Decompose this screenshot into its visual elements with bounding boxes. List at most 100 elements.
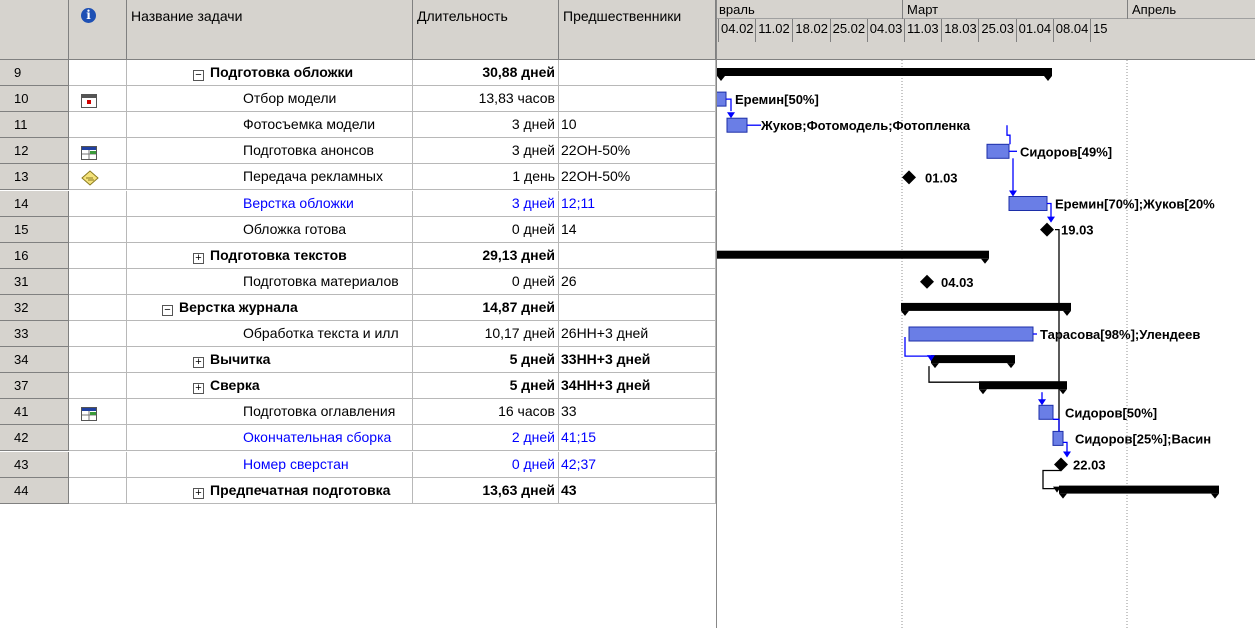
task-duration[interactable]: 0 дней (413, 268, 559, 295)
task-row[interactable]: 34 + Вычитка 5 дней 33НН+3 дней (0, 347, 716, 374)
task-duration[interactable]: 29,13 дней (413, 242, 559, 269)
expand-icon[interactable]: + (193, 252, 204, 264)
task-row[interactable]: 12 Подготовка анонсов 3 дней 22ОН-50% (0, 138, 716, 165)
task-name[interactable]: − Верстка журнала (127, 294, 413, 321)
task-duration[interactable]: 10,17 дней (413, 321, 559, 347)
task-row[interactable]: 32 − Верстка журнала 14,87 дней (0, 294, 716, 321)
task-name[interactable]: + Сверка (127, 373, 413, 400)
task-name[interactable]: − Подготовка обложки (127, 60, 413, 86)
task-duration[interactable]: 30,88 дней (413, 60, 559, 86)
task-row[interactable]: 43 Номер сверстан 0 дней 42;37 (0, 451, 716, 478)
task-duration[interactable]: 3 дней (413, 138, 559, 165)
task-predecessors[interactable] (559, 60, 716, 86)
expand-icon[interactable]: + (193, 357, 204, 369)
task-name[interactable]: + Вычитка (127, 347, 413, 374)
task-predecessors[interactable] (559, 86, 716, 113)
task-duration[interactable]: 2 дней (413, 425, 559, 452)
col-header-name[interactable]: Название задачи (127, 0, 413, 60)
task-name[interactable]: Окончательная сборка (127, 425, 413, 452)
task-duration[interactable]: 5 дней (413, 347, 559, 374)
row-id[interactable]: 11 (0, 112, 69, 139)
task-predecessors[interactable]: 33 (559, 399, 716, 426)
row-id[interactable]: 32 (0, 294, 69, 321)
task-name[interactable]: Обложка готова (127, 216, 413, 243)
task-duration[interactable]: 14,87 дней (413, 294, 559, 321)
task-name[interactable]: + Подготовка текстов (127, 242, 413, 269)
task-name[interactable]: Фотосъемка модели (127, 112, 413, 139)
info-icon: i (81, 8, 96, 23)
task-name[interactable]: + Предпечатная подготовка (127, 477, 413, 504)
task-row[interactable]: 31 Подготовка материалов 0 дней 26 (0, 268, 716, 295)
task-row[interactable]: 37 + Сверка 5 дней 34НН+3 дней (0, 373, 716, 400)
col-header-id[interactable] (0, 0, 69, 60)
milestone-diamond (920, 274, 934, 289)
task-predecessors[interactable]: 41;15 (559, 425, 716, 452)
task-name[interactable]: Передача рекламных (127, 164, 413, 191)
collapse-icon[interactable]: − (193, 70, 204, 81)
task-name[interactable]: Номер сверстан (127, 451, 413, 478)
task-duration[interactable]: 3 дней (413, 190, 559, 217)
row-id[interactable]: 14 (0, 190, 69, 217)
row-id[interactable]: 9 (0, 60, 69, 86)
col-header-indicators[interactable]: i (69, 0, 127, 60)
task-name[interactable]: Подготовка анонсов (127, 138, 413, 165)
task-name[interactable]: Верстка обложки (127, 190, 413, 217)
row-id[interactable]: 13 (0, 164, 69, 191)
gantt-chart[interactable]: враль Март Апрель 04.02 11.02 18.02 25.02 04… (717, 0, 1255, 628)
task-name[interactable]: Обработка текста и илл (127, 321, 413, 347)
task-predecessors[interactable]: 12;11 (559, 190, 716, 217)
task-predecessors[interactable]: 26НН+3 дней (559, 321, 716, 347)
task-row[interactable]: 9 − Подготовка обложки 30,88 дней (0, 60, 716, 86)
task-row[interactable]: 10 Отбор модели 13,83 часов (0, 86, 716, 113)
task-row[interactable]: 13 Передача рекламных 1 день 22ОН-50% (0, 164, 716, 191)
task-row[interactable]: 41 Подготовка оглавления 16 часов 33 (0, 399, 716, 426)
row-id[interactable]: 12 (0, 138, 69, 165)
task-predecessors[interactable]: 10 (559, 112, 716, 139)
task-predecessors[interactable]: 22ОН-50% (559, 164, 716, 191)
task-name[interactable]: Отбор модели (127, 86, 413, 113)
task-predecessors[interactable]: 14 (559, 216, 716, 243)
task-duration[interactable]: 13,63 дней (413, 477, 559, 504)
row-id[interactable]: 15 (0, 216, 69, 243)
task-row[interactable]: 42 Окончательная сборка 2 дней 41;15 (0, 425, 716, 452)
task-duration[interactable]: 5 дней (413, 373, 559, 400)
task-predecessors[interactable] (559, 294, 716, 321)
task-row[interactable]: 33 Обработка текста и илл 10,17 дней 26НН+3… (0, 321, 716, 347)
row-id[interactable]: 34 (0, 347, 69, 374)
col-header-predecessors[interactable]: Предшественники (559, 0, 716, 60)
row-id[interactable]: 16 (0, 242, 69, 269)
expand-icon[interactable]: + (193, 383, 204, 395)
task-duration[interactable]: 0 дней (413, 216, 559, 243)
task-predecessors[interactable]: 42;37 (559, 451, 716, 478)
col-header-duration[interactable]: Длительность (413, 0, 559, 60)
collapse-icon[interactable]: − (162, 304, 173, 316)
task-predecessors[interactable]: 43 (559, 477, 716, 504)
task-row[interactable]: 15 Обложка готова 0 дней 14 (0, 216, 716, 243)
row-id[interactable]: 42 (0, 425, 69, 452)
week-divider (1052, 19, 1054, 42)
row-id[interactable]: 31 (0, 268, 69, 295)
task-predecessors[interactable]: 33НН+3 дней (559, 347, 716, 374)
task-name[interactable]: Подготовка оглавления (127, 399, 413, 426)
task-duration[interactable]: 16 часов (413, 399, 559, 426)
task-duration[interactable]: 1 день (413, 164, 559, 191)
task-duration[interactable]: 0 дней (413, 451, 559, 478)
row-id[interactable]: 44 (0, 477, 69, 504)
task-predecessors[interactable]: 34НН+3 дней (559, 373, 716, 400)
row-id[interactable]: 41 (0, 399, 69, 426)
task-predecessors[interactable] (559, 242, 716, 269)
row-id[interactable]: 43 (0, 451, 69, 478)
row-id[interactable]: 10 (0, 86, 69, 113)
row-id[interactable]: 33 (0, 321, 69, 347)
task-predecessors[interactable]: 22ОН-50% (559, 138, 716, 165)
row-id[interactable]: 37 (0, 373, 69, 400)
task-row[interactable]: 16 + Подготовка текстов 29,13 дней (0, 242, 716, 269)
task-row[interactable]: 11 Фотосъемка модели 3 дней 10 (0, 112, 716, 139)
task-row[interactable]: 44 + Предпечатная подготовка 13,63 дней 43 (0, 477, 716, 504)
task-duration[interactable]: 13,83 часов (413, 86, 559, 113)
task-name[interactable]: Подготовка материалов (127, 268, 413, 295)
task-duration[interactable]: 3 дней (413, 112, 559, 139)
task-predecessors[interactable]: 26 (559, 268, 716, 295)
task-row[interactable]: 14 Верстка обложки 3 дней 12;11 (0, 190, 716, 217)
expand-icon[interactable]: + (193, 487, 204, 499)
